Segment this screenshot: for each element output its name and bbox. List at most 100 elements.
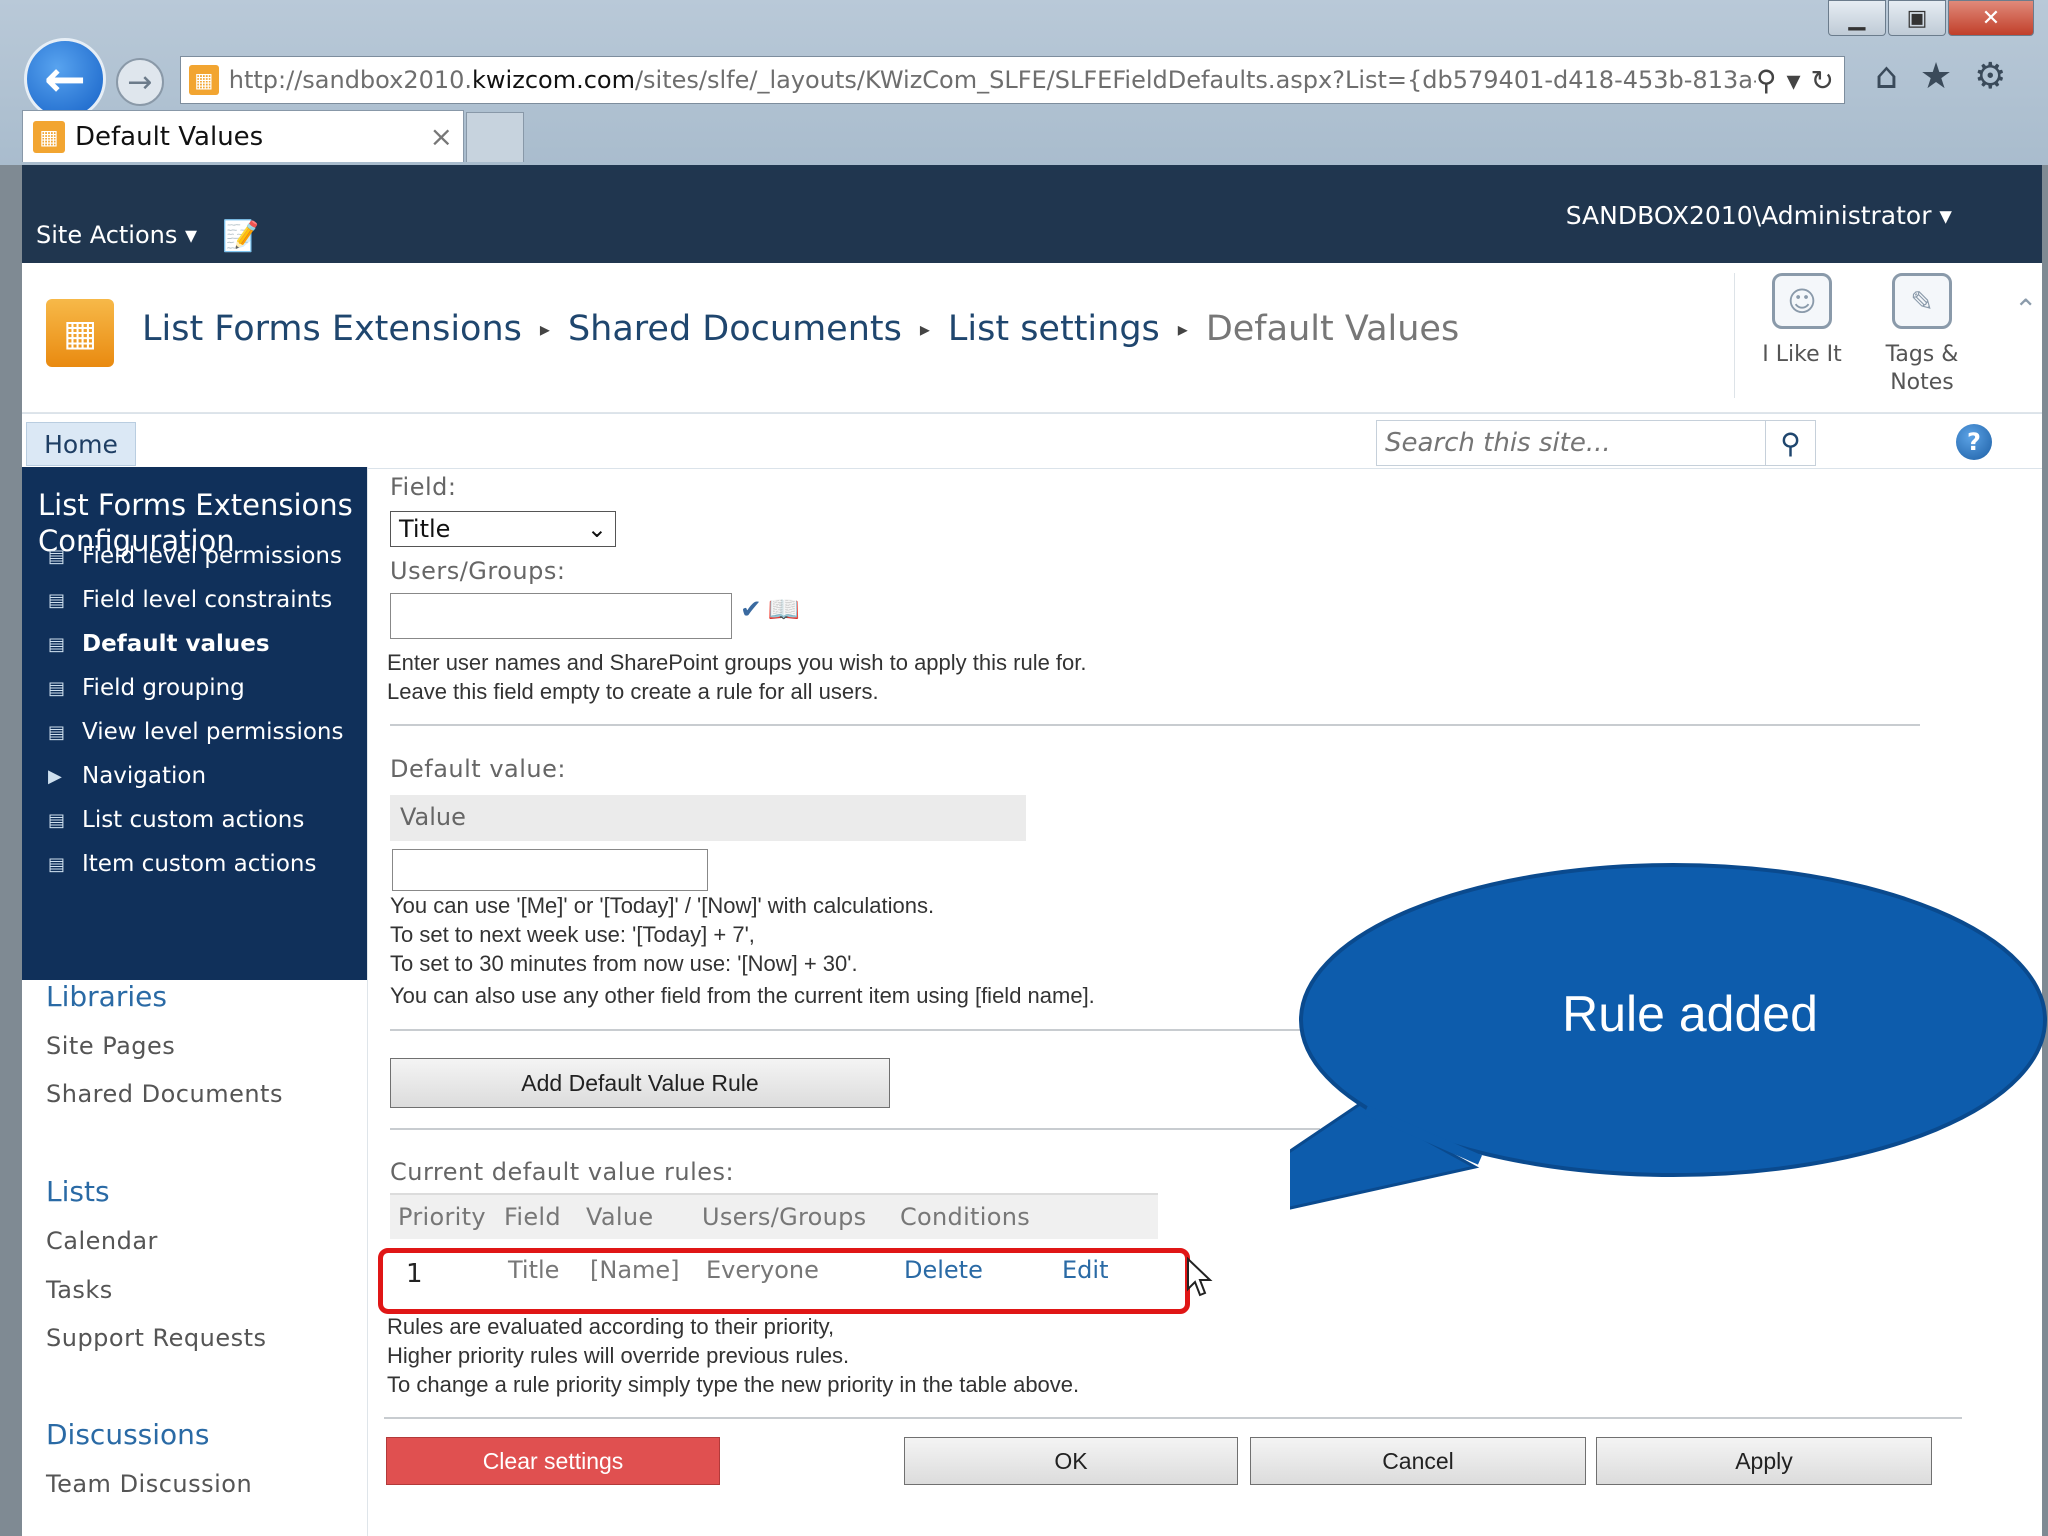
permissions-icon: ▤	[48, 545, 66, 567]
users-groups-label: Users/Groups:	[390, 557, 566, 585]
close-window-button[interactable]: ✕	[1948, 0, 2034, 36]
divider	[390, 1128, 1320, 1130]
check-names-icon[interactable]: ✔	[740, 595, 762, 625]
i-like-it-button[interactable]: ☺ I Like It	[1742, 273, 1862, 369]
divider	[384, 1417, 1962, 1419]
chevron-down-icon: ⌄	[586, 515, 607, 543]
search-icon[interactable]: ⚲	[1756, 64, 1777, 97]
breadcrumb-current: Default Values	[1205, 309, 1460, 349]
refresh-icon[interactable]: ↻	[1811, 64, 1834, 97]
config-item-view-permissions[interactable]: ▤ View level permissions	[48, 719, 343, 745]
sharepoint-page: Site Actions ▾ 📝 SANDBOX2010\Administrat…	[22, 165, 2042, 1536]
grouping-icon: ▤	[48, 677, 66, 699]
tab-close-icon[interactable]: ×	[430, 120, 453, 153]
field-select[interactable]: Title ⌄	[390, 511, 616, 547]
ok-button[interactable]: OK	[904, 1437, 1238, 1485]
breadcrumb: List Forms Extensions ▸ Shared Documents…	[142, 309, 1459, 349]
default-values-icon: ▤	[48, 633, 66, 655]
config-item-item-actions[interactable]: ▤ Item custom actions	[48, 851, 316, 877]
view-permissions-icon: ▤	[48, 721, 66, 743]
address-bar-icons: ⚲ ▾ ↻	[1756, 64, 1844, 97]
search-input[interactable]	[1377, 421, 1765, 465]
mouse-cursor-icon	[1187, 1257, 1213, 1297]
constraints-icon: ▤	[48, 589, 66, 611]
tags-notes-button[interactable]: ✎ Tags & Notes	[1862, 273, 1982, 397]
ql-heading-libraries[interactable]: Libraries	[46, 980, 167, 1013]
rule-added-callout	[1290, 863, 2047, 1210]
rule-highlight-box	[378, 1248, 1190, 1314]
ql-heading-lists[interactable]: Lists	[46, 1175, 110, 1208]
config-item-list-actions[interactable]: ▤ List custom actions	[48, 807, 304, 833]
restore-button[interactable]: ▣	[1888, 0, 1946, 36]
ql-item-tasks[interactable]: Tasks	[46, 1276, 113, 1304]
divider	[390, 1029, 1320, 1031]
tab-title: Default Values	[75, 121, 264, 152]
browser-toolbar-icons: ⌂ ★ ⚙	[1875, 56, 2006, 97]
add-default-value-rule-button[interactable]: Add Default Value Rule	[390, 1058, 890, 1108]
tags-notes-icon: ✎	[1892, 273, 1952, 329]
ql-item-shared-documents[interactable]: Shared Documents	[46, 1080, 283, 1108]
site-actions-menu[interactable]: Site Actions ▾	[36, 221, 197, 249]
address-url[interactable]: http://sandbox2010.kwizcom.com/sites/slf…	[229, 66, 1756, 94]
ql-item-support-requests[interactable]: Support Requests	[46, 1324, 267, 1352]
value-column-header: Value	[390, 795, 1026, 841]
people-picker-icons: ✔ 📖	[740, 595, 800, 625]
site-logo[interactable]: ▦	[46, 299, 114, 367]
value-help-text: You can use '[Me]' or '[Today]' / '[Now]…	[390, 893, 1095, 1008]
minimize-button[interactable]: ▁	[1828, 0, 1886, 36]
config-item-navigation[interactable]: ▶ Navigation	[48, 763, 206, 789]
field-label: Field:	[390, 473, 457, 501]
star-icon[interactable]: ★	[1920, 56, 1952, 97]
new-tab-button[interactable]	[466, 112, 524, 162]
ql-item-team-discussion[interactable]: Team Discussion	[46, 1470, 252, 1498]
ql-item-site-pages[interactable]: Site Pages	[46, 1032, 175, 1060]
forward-arrow-icon[interactable]: →	[116, 58, 164, 106]
column-users-groups: Users/Groups	[702, 1203, 867, 1231]
quick-launch: Libraries Site Pages Shared Documents Li…	[22, 980, 367, 1536]
like-tag-icon: ☺	[1772, 273, 1832, 329]
ribbon-topbar: Site Actions ▾ 📝 SANDBOX2010\Administrat…	[22, 165, 2042, 263]
clear-settings-button[interactable]: Clear settings	[386, 1437, 720, 1485]
column-priority: Priority	[398, 1203, 486, 1231]
default-value-label: Default value:	[390, 755, 566, 783]
divider	[367, 467, 368, 1536]
breadcrumb-separator-icon: ▸	[539, 317, 550, 341]
scroll-up-icon[interactable]: ⌃	[2014, 293, 2037, 326]
column-conditions: Conditions	[900, 1203, 1031, 1231]
item-actions-icon: ▤	[48, 853, 66, 875]
ql-item-calendar[interactable]: Calendar	[46, 1227, 158, 1255]
dropdown-icon[interactable]: ▾	[1786, 64, 1800, 97]
current-rules-label: Current default value rules:	[390, 1158, 735, 1186]
breadcrumb-link-library[interactable]: Shared Documents	[568, 309, 902, 349]
users-groups-input[interactable]	[390, 593, 732, 639]
back-arrow-icon[interactable]: ←	[24, 38, 106, 120]
help-icon[interactable]: ?	[1956, 424, 1992, 460]
breadcrumb-separator-icon: ▸	[919, 317, 930, 341]
column-field: Field	[504, 1203, 561, 1231]
window-controls: ▁ ▣ ✕	[1826, 0, 2034, 38]
tab-favicon-icon: ▦	[33, 120, 65, 153]
edit-page-icon[interactable]: 📝	[222, 219, 259, 254]
home-icon[interactable]: ⌂	[1875, 56, 1898, 97]
breadcrumb-link-settings[interactable]: List settings	[948, 309, 1160, 349]
browser-tab[interactable]: ▦ Default Values ×	[22, 110, 464, 162]
config-item-field-permissions[interactable]: ▤ Field level permissions	[48, 543, 342, 569]
address-bar[interactable]: ▦ http://sandbox2010.kwizcom.com/sites/s…	[180, 56, 1845, 104]
config-item-field-constraints[interactable]: ▤ Field level constraints	[48, 587, 332, 613]
config-item-default-values[interactable]: ▤ Default values	[48, 631, 270, 657]
address-book-icon[interactable]: 📖	[768, 595, 800, 625]
gear-icon[interactable]: ⚙	[1974, 56, 2006, 97]
search-box: ⚲	[1376, 420, 1816, 466]
tags-label: Tags & Notes	[1885, 342, 1959, 395]
user-menu[interactable]: SANDBOX2010\Administrator ▾	[1566, 201, 1952, 230]
apply-button[interactable]: Apply	[1596, 1437, 1932, 1485]
config-item-field-grouping[interactable]: ▤ Field grouping	[48, 675, 245, 701]
ql-heading-discussions[interactable]: Discussions	[46, 1418, 210, 1451]
search-icon[interactable]: ⚲	[1765, 421, 1815, 465]
tab-home[interactable]: Home	[26, 422, 136, 466]
site-favicon-icon: ▦	[189, 65, 219, 95]
cancel-button[interactable]: Cancel	[1250, 1437, 1586, 1485]
breadcrumb-link-site[interactable]: List Forms Extensions	[142, 309, 522, 349]
default-value-input[interactable]	[392, 849, 708, 891]
column-value: Value	[586, 1203, 654, 1231]
